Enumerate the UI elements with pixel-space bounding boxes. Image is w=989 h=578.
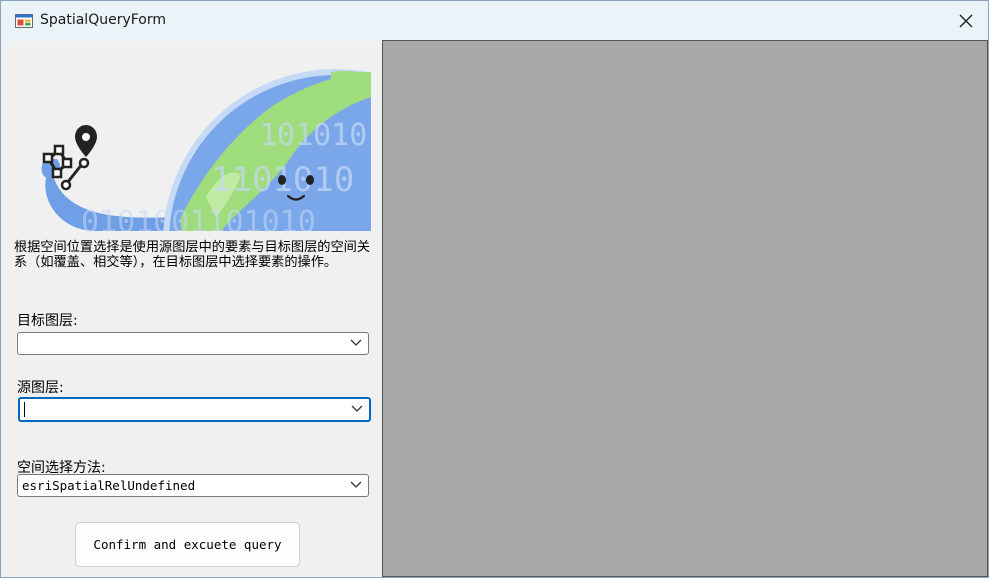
binary-text-1: 1010101 <box>259 118 371 153</box>
spatial-query-window: SpatialQueryForm 1010101 11 <box>0 0 989 578</box>
close-icon <box>959 14 973 28</box>
form-icon <box>15 14 33 28</box>
confirm-query-button[interactable]: Confirm and excuete query <box>75 522 300 567</box>
close-button[interactable] <box>944 1 988 41</box>
target-layer-dropdown[interactable] <box>17 332 369 355</box>
chevron-down-icon <box>350 481 362 488</box>
title-bar: SpatialQueryForm <box>1 1 988 41</box>
selection-method-dropdown[interactable]: esriSpatialRelUndefined <box>17 474 369 497</box>
right-eye <box>306 175 314 185</box>
text-caret <box>24 402 25 417</box>
left-eye <box>278 175 286 185</box>
chevron-down-icon <box>350 339 362 346</box>
window-title: SpatialQueryForm <box>40 12 167 28</box>
description-text: 根据空间位置选择是使用源图层中的要素与目标图层的空间关系（如覆盖、相交等），在目… <box>14 240 371 270</box>
location-pin-icon <box>75 125 97 157</box>
chevron-down-icon <box>351 405 363 412</box>
query-panel: 1010101 1101010 0101001101010 <box>1 41 381 577</box>
selection-method-value: esriSpatialRelUndefined <box>22 478 196 493</box>
source-layer-dropdown[interactable] <box>18 397 371 422</box>
globe-illustration: 1010101 1101010 0101001101010 <box>41 69 371 231</box>
source-layer-label: 源图层: <box>17 380 64 396</box>
target-layer-label: 目标图层: <box>17 313 78 329</box>
binary-text-3: 0101001101010 <box>81 205 316 231</box>
map-control[interactable] <box>382 40 988 577</box>
